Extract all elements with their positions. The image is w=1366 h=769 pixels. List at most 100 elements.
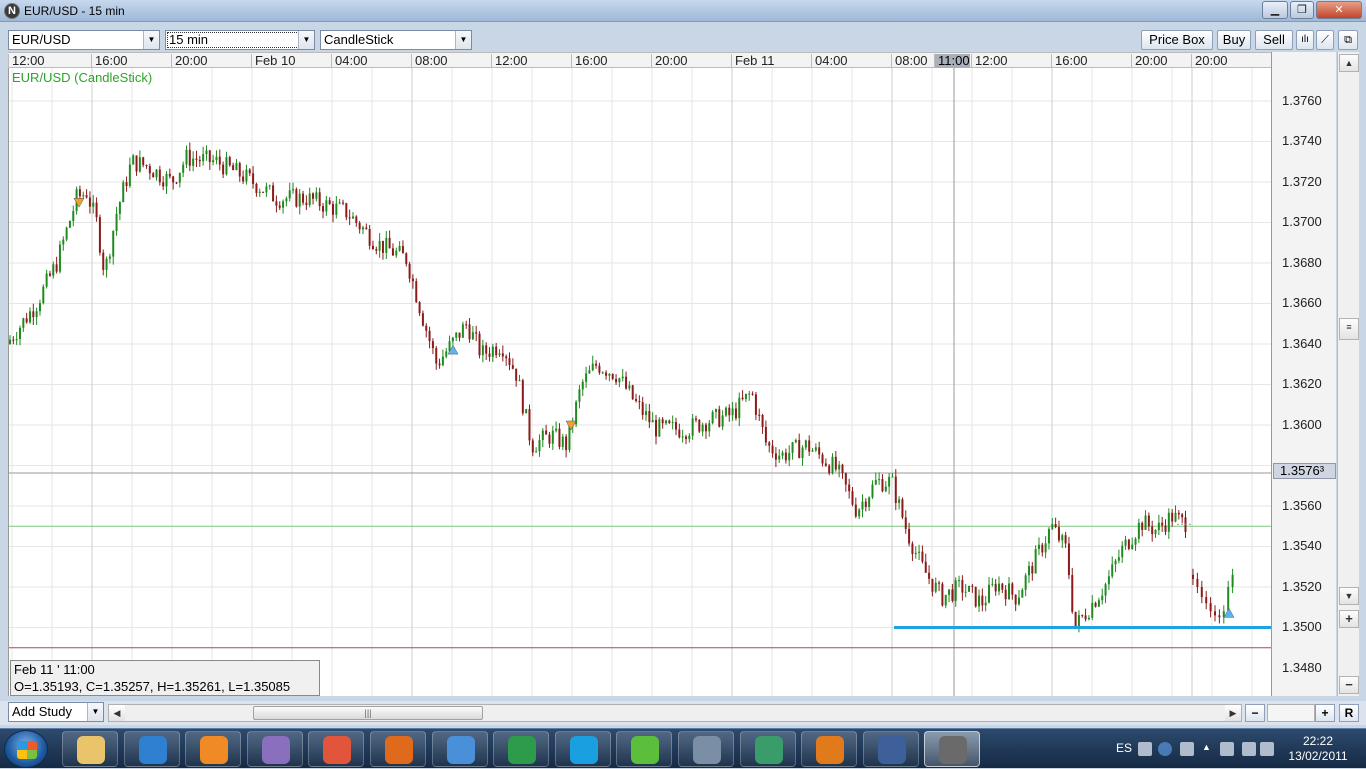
candle-bull [748, 393, 751, 395]
add-study-select[interactable]: Add Study ▼ [8, 702, 104, 722]
taskbar-windows-live-button[interactable] [308, 731, 365, 767]
network-icon[interactable] [1220, 742, 1234, 756]
candle-bull [1231, 574, 1234, 587]
price-box-button[interactable]: Price Box [1141, 30, 1213, 50]
zoom-in-button[interactable]: + [1315, 704, 1335, 722]
candle-bear [55, 264, 58, 272]
taskbar-firefox-alt-button[interactable] [801, 731, 858, 767]
start-button[interactable] [4, 730, 48, 768]
volume-icon[interactable] [1242, 742, 1256, 756]
interval-value: 15 min [169, 32, 209, 47]
language-indicator[interactable]: ES [1116, 741, 1132, 755]
price-axis[interactable]: 1.3760 1.3740 1.3720 1.3700 1.3680 1.366… [1271, 52, 1336, 696]
candle-bear [48, 273, 51, 276]
chevron-down-icon[interactable]: ▼ [298, 31, 314, 49]
taskbar-internet-explorer-button[interactable] [123, 731, 180, 767]
candle-bull [878, 479, 881, 481]
candle-bear [994, 583, 997, 592]
taskbar-paint-button[interactable] [246, 731, 303, 767]
candle-bear [421, 313, 424, 326]
buy-button[interactable]: Buy [1217, 30, 1251, 50]
scroll-up-icon[interactable]: ▲ [1339, 54, 1359, 72]
candle-bear [85, 195, 88, 198]
candle-bear [808, 440, 811, 452]
candle-bear [348, 217, 351, 219]
calculator-icon [446, 736, 475, 764]
chart-type-select[interactable]: CandleStick ▼ [320, 30, 472, 50]
zoom-out-button[interactable]: − [1245, 704, 1265, 722]
candle-bull [578, 389, 581, 402]
candle-bear [88, 197, 91, 207]
power-icon[interactable] [1260, 742, 1274, 756]
candle-bear [764, 427, 767, 443]
clock[interactable]: 22:22 13/02/2011 [1278, 734, 1358, 764]
taskbar-icq-button[interactable] [616, 731, 673, 767]
time-label: Feb 10 [251, 54, 295, 68]
indicator-icon[interactable]: ılı [1296, 30, 1314, 50]
candlestick-chart[interactable] [9, 68, 1272, 696]
candle-bear [145, 164, 148, 166]
candle-bull [621, 376, 624, 379]
candle-bull [591, 363, 594, 371]
keyboard-icon[interactable] [1138, 742, 1152, 756]
reset-button[interactable]: R [1339, 704, 1359, 722]
candle-bear [78, 189, 81, 197]
candle-bear [694, 418, 697, 420]
candle-bear [1057, 527, 1060, 541]
candle-bull [1111, 564, 1114, 577]
close-button[interactable]: ✕ [1316, 1, 1362, 19]
taskbar-security-app-button[interactable] [862, 731, 919, 767]
time-label: 04:00 [811, 54, 848, 68]
taskbar-excel-button[interactable] [493, 731, 550, 767]
scroll-thumb[interactable]: ≡ [1339, 318, 1359, 340]
scroll-down-icon[interactable]: ▼ [1339, 587, 1359, 605]
horizontal-scrollbar[interactable]: ◀ ||| ▶ [108, 704, 1242, 722]
show-hidden-icons-icon[interactable]: ▲ [1202, 742, 1211, 756]
zoom-out-vertical-icon[interactable]: − [1339, 676, 1359, 694]
taskbar-app-window-button[interactable] [678, 731, 734, 767]
candle-bull [874, 480, 877, 485]
taskbar-media-player-button[interactable] [185, 731, 242, 767]
chevron-down-icon[interactable]: ▼ [143, 31, 159, 49]
taskbar-firefox-button[interactable] [370, 731, 426, 767]
price-chart[interactable]: EUR/USD (CandleStick) [8, 68, 1272, 696]
scroll-left-icon[interactable]: ◀ [109, 705, 125, 721]
chevron-down-icon[interactable]: ▼ [455, 31, 471, 49]
buy-signal-icon [1223, 607, 1235, 618]
minimize-button[interactable]: ▁ [1262, 1, 1288, 19]
taskbar-trading-app-button[interactable] [924, 731, 981, 767]
candle-bear [425, 325, 428, 331]
symbol-select[interactable]: EUR/USD ▼ [8, 30, 160, 50]
candle-bear [515, 368, 518, 381]
taskbar-network-app-button[interactable] [739, 731, 796, 767]
help-icon[interactable] [1158, 742, 1172, 756]
candle-bull [831, 456, 834, 474]
candle-bear [1084, 615, 1087, 620]
zoom-in-vertical-icon[interactable]: + [1339, 610, 1359, 628]
candle-bear [1181, 514, 1184, 518]
candle-bull [958, 580, 961, 582]
candle-bear [941, 583, 944, 606]
scroll-right-icon[interactable]: ▶ [1225, 705, 1241, 721]
sell-button[interactable]: Sell [1255, 30, 1293, 50]
candle-bull [395, 250, 398, 256]
candle-bull [112, 230, 115, 257]
zoom-track[interactable] [1267, 704, 1315, 722]
interval-select[interactable]: 15 min ▼ [165, 30, 315, 50]
chevron-down-icon[interactable]: ▼ [87, 703, 103, 721]
vertical-scrollbar[interactable]: ▲ ≡ ▼ + − [1337, 52, 1359, 696]
taskbar-skype-button[interactable] [554, 731, 611, 767]
taskbar-calculator-button[interactable] [431, 731, 488, 767]
draw-line-icon[interactable]: ⟋ [1316, 30, 1334, 50]
detach-window-icon[interactable]: ⧉ [1338, 30, 1358, 50]
candle-bear [368, 229, 371, 246]
taskbar-file-explorer-button[interactable] [62, 731, 118, 767]
maximize-button[interactable]: ❐ [1290, 1, 1314, 19]
candle-bear [931, 578, 934, 592]
candle-bear [821, 454, 824, 464]
tray-app-icon[interactable] [1180, 742, 1194, 756]
candle-bear [302, 193, 305, 203]
candle-bear [381, 240, 384, 253]
horizontal-scroll-thumb[interactable]: ||| [253, 706, 483, 720]
candle-bear [428, 330, 431, 342]
